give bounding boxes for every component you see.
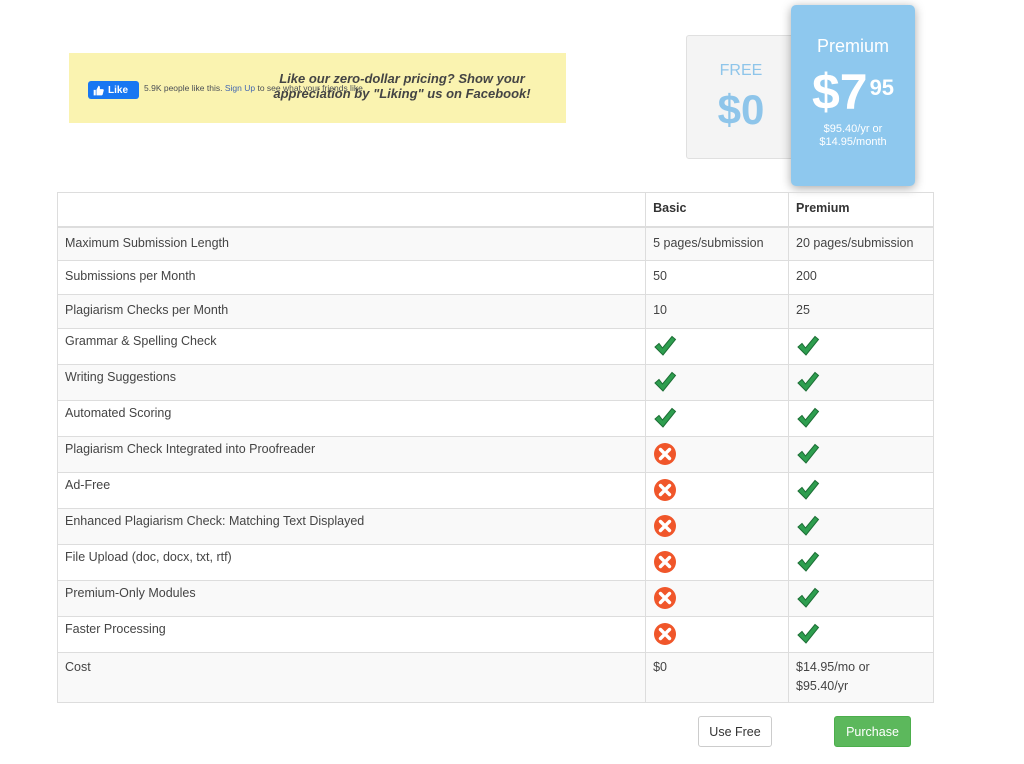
cross-icon (653, 478, 781, 502)
table-row: Writing Suggestions (56, 364, 934, 401)
premium-plan-tier: Premium (816, 36, 889, 56)
cell-basic (645, 436, 790, 473)
cell-feature: Faster Processing (56, 616, 647, 653)
cell-premium: $14.95/mo or $95.40/yr (788, 652, 934, 703)
header-feature (56, 192, 647, 228)
cross-icon (653, 622, 781, 646)
cell-feature: Cost (56, 652, 647, 703)
cell-basic (645, 616, 790, 653)
checkmark-icon (796, 622, 926, 646)
plan-comparison-table: Basic Premium Maximum Submission Length 5… (56, 192, 934, 703)
checkmark-icon (653, 406, 781, 430)
cell-basic (645, 400, 790, 437)
cross-icon (653, 442, 781, 466)
cell-basic (645, 580, 790, 617)
premium-plan-price: $7 95 (791, 67, 915, 117)
premium-alt-price: $95.40/yr or $14.95/month (791, 123, 915, 149)
table-row: Enhanced Plagiarism Check: Matching Text… (56, 508, 934, 545)
checkmark-icon (653, 334, 781, 358)
cell-premium (788, 508, 934, 545)
premium-alt-price-yearly: $95.40/yr or (823, 123, 883, 135)
cell-premium (788, 364, 934, 401)
cross-icon (653, 586, 781, 610)
cell-basic (645, 472, 790, 509)
like-count: 5.9K people like this. (144, 83, 223, 93)
table-row: File Upload (doc, docx, txt, rtf) (56, 544, 934, 581)
table-row: Automated Scoring (56, 400, 934, 437)
checkmark-icon (653, 370, 781, 394)
facebook-like-button[interactable]: Like (88, 81, 139, 99)
cell-feature: Enhanced Plagiarism Check: Matching Text… (56, 508, 647, 545)
cell-premium (788, 400, 934, 437)
purchase-button[interactable]: Purchase (834, 716, 911, 747)
cell-feature: Maximum Submission Length (56, 226, 647, 261)
table-row: Maximum Submission Length 5 pages/submiss… (56, 226, 934, 261)
cell-feature: Submissions per Month (56, 260, 647, 295)
cell-feature: Plagiarism Check Integrated into Proofre… (56, 436, 647, 473)
checkmark-icon (796, 334, 926, 358)
cell-premium (788, 544, 934, 581)
cell-premium (788, 328, 934, 365)
cell-feature: Premium-Only Modules (56, 580, 647, 617)
cell-premium (788, 580, 934, 617)
table-row: Submissions per Month 50 200 (56, 260, 934, 295)
table-row: Premium-Only Modules (56, 580, 934, 617)
thumbs-up-icon (93, 85, 104, 95)
checkmark-icon (796, 550, 926, 574)
cell-feature: Ad-Free (56, 472, 647, 509)
cell-feature: Automated Scoring (56, 400, 647, 437)
facebook-like-banner: Like 5.9K people like this. Sign Up to s… (69, 53, 566, 123)
table-row: Ad-Free (56, 472, 934, 509)
facebook-promo-text: Like our zero-dollar pricing? Show your … (273, 71, 531, 101)
cell-premium: 20 pages/submission (788, 226, 934, 261)
like-button-label: Like (108, 84, 129, 96)
cell-feature: Writing Suggestions (56, 364, 647, 401)
table-row: Faster Processing (56, 616, 934, 653)
free-plan-card[interactable]: FREE $0 (686, 35, 796, 159)
cell-feature: Grammar & Spelling Check (56, 328, 647, 365)
cell-basic (645, 544, 790, 581)
checkmark-icon (796, 370, 926, 394)
cell-premium: 200 (788, 260, 934, 295)
premium-plan-card[interactable]: Premium $7 95 $95.40/yr or $14.95/month (791, 5, 915, 186)
table-row: Grammar & Spelling Check (56, 328, 934, 365)
table-header-row: Basic Premium (56, 192, 934, 228)
header-premium: Premium (788, 192, 934, 228)
cell-basic: $0 (645, 652, 790, 703)
table-row: Cost $0 $14.95/mo or $95.40/yr (56, 652, 934, 703)
table-body: Maximum Submission Length 5 pages/submiss… (56, 226, 934, 703)
cell-basic (645, 364, 790, 401)
cell-premium (788, 472, 934, 509)
cell-basic (645, 508, 790, 545)
checkmark-icon (796, 586, 926, 610)
table-row: Plagiarism Check Integrated into Proofre… (56, 436, 934, 473)
cell-premium (788, 436, 934, 473)
checkmark-icon (796, 406, 926, 430)
cell-premium (788, 616, 934, 653)
cell-basic: 10 (645, 294, 790, 329)
checkmark-icon (796, 442, 926, 466)
premium-price-cents: 95 (869, 75, 895, 100)
checkmark-icon (796, 514, 926, 538)
cell-basic: 5 pages/submission (645, 226, 790, 261)
cell-basic (645, 328, 790, 365)
premium-price-dollars: $7 (811, 64, 868, 120)
cross-icon (653, 514, 781, 538)
header-basic: Basic (645, 192, 790, 228)
cell-basic: 50 (645, 260, 790, 295)
cell-premium: 25 (788, 294, 934, 329)
cell-feature: File Upload (doc, docx, txt, rtf) (56, 544, 647, 581)
free-plan-price: $0 (717, 86, 765, 133)
checkmark-icon (796, 478, 926, 502)
cross-icon (653, 550, 781, 574)
cell-feature: Plagiarism Checks per Month (56, 294, 647, 329)
premium-alt-price-monthly: $14.95/month (819, 136, 887, 148)
use-free-button[interactable]: Use Free (698, 716, 772, 747)
table-row: Plagiarism Checks per Month 10 25 (56, 294, 934, 329)
free-plan-tier: FREE (719, 62, 763, 79)
